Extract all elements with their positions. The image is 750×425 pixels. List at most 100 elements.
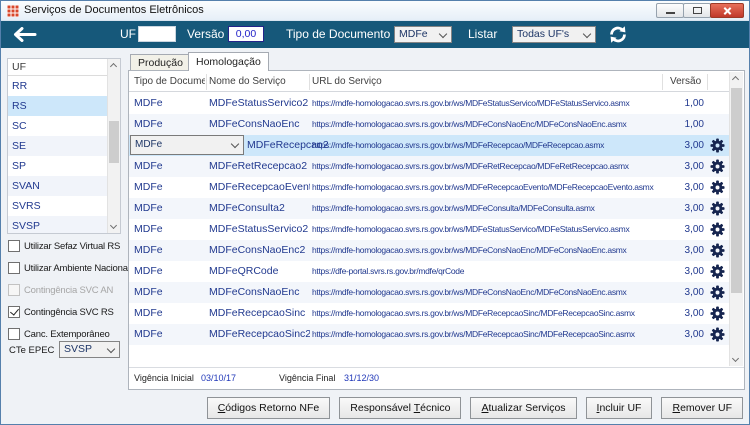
- checkbox-box[interactable]: [8, 240, 20, 252]
- uf-input[interactable]: [138, 26, 176, 42]
- cell-tipo-documento: MDFe: [134, 244, 163, 256]
- uf-grid-header: UF: [8, 59, 107, 76]
- uf-grid-scrollbar[interactable]: [107, 59, 120, 233]
- cell-nome-servico: MDFeConsNaoEnc: [209, 118, 300, 130]
- checkbox[interactable]: Contingência SVC AN: [8, 283, 113, 297]
- tab-homologacao[interactable]: Homologação: [188, 52, 269, 71]
- cell-url-servico: https://mdfe-homologacao.svrs.rs.gov.br/…: [312, 308, 635, 318]
- uf-list-item[interactable]: RR: [8, 76, 107, 96]
- gear-icon[interactable]: [710, 201, 726, 217]
- uf-list-item[interactable]: SC: [8, 116, 107, 136]
- cell-url-servico: https://mdfe-homologacao.svrs.rs.gov.br/…: [312, 287, 627, 297]
- uf-list-item[interactable]: SVAN: [8, 176, 107, 196]
- gear-icon[interactable]: [710, 243, 726, 259]
- cell-url-servico: https://mdfe-homologacao.svrs.rs.gov.br/…: [312, 140, 605, 150]
- app-icon: [7, 5, 19, 17]
- cell-url-servico: https://mdfe-homologacao.svrs.rs.gov.br/…: [312, 224, 630, 234]
- grid-scrollbar[interactable]: [729, 72, 743, 366]
- chevron-up-icon[interactable]: [109, 62, 118, 71]
- cell-url-servico: https://mdfe-homologacao.svrs.rs.gov.br/…: [312, 182, 654, 192]
- gear-icon[interactable]: [710, 285, 726, 301]
- cell-versao: 3,00: [684, 182, 704, 193]
- checkbox-box[interactable]: [8, 306, 20, 318]
- checkbox[interactable]: Canc. Extemporâneo: [8, 327, 110, 341]
- gear-icon[interactable]: [710, 327, 726, 343]
- minimize-icon: [666, 12, 675, 14]
- listar-label: Listar: [468, 27, 498, 41]
- uf-list-item[interactable]: RS: [8, 96, 107, 116]
- maximize-button[interactable]: [683, 3, 711, 18]
- cell-tipo-documento: MDFe: [134, 97, 163, 109]
- versao-input[interactable]: [228, 26, 264, 42]
- checkbox-label: Contingência SVC AN: [24, 284, 114, 296]
- vigencia-final-label: Vigência Final: [279, 373, 336, 383]
- table-row[interactable]: MDFe MDFeRecepcaoEvento2 https://mdfe-ho…: [129, 177, 729, 198]
- close-icon: [723, 6, 732, 15]
- gear-icon[interactable]: [710, 222, 726, 238]
- cte-epec-combobox[interactable]: SVSP: [59, 341, 120, 358]
- table-row[interactable]: MDFe MDFeConsNaoEnc2 https://mdfe-homolo…: [129, 240, 729, 261]
- cell-nome-servico: MDFeConsulta2: [209, 202, 285, 214]
- gear-icon[interactable]: [710, 138, 726, 154]
- table-row[interactable]: MDFe MDFeConsNaoEnc https://mdfe-homolog…: [129, 282, 729, 303]
- back-arrow-icon[interactable]: [11, 27, 37, 42]
- table-row[interactable]: MDFe MDFeRecepcaoSinc2 https://mdfe-homo…: [129, 324, 729, 345]
- chevron-down-icon: [230, 139, 240, 149]
- refresh-icon[interactable]: [607, 25, 629, 44]
- scrollbar-thumb[interactable]: [731, 88, 742, 293]
- checkbox[interactable]: Contingência SVC RS: [8, 305, 114, 319]
- table-row[interactable]: MDFe MDFeStatusServico2 https://mdfe-hom…: [129, 219, 729, 240]
- cell-tipo-documento: MDFe: [134, 328, 163, 340]
- cell-versao: 3,00: [684, 266, 704, 277]
- cell-versao: 3,00: [684, 245, 704, 256]
- tab-producao[interactable]: Produção: [130, 54, 191, 70]
- cell-url-servico: https://mdfe-homologacao.svrs.rs.gov.br/…: [312, 329, 635, 339]
- uf-list-item[interactable]: SP: [8, 156, 107, 176]
- gear-icon[interactable]: [710, 180, 726, 196]
- minimize-button[interactable]: [656, 3, 684, 18]
- checkbox-box[interactable]: [8, 262, 20, 274]
- grid-bottom-divider: [129, 367, 744, 368]
- cell-url-servico: https://mdfe-homologacao.svrs.rs.gov.br/…: [312, 161, 629, 171]
- checkbox-box[interactable]: [8, 328, 20, 340]
- atualizar-servicos-button[interactable]: Atualizar Serviços: [470, 397, 577, 419]
- uf-list-item[interactable]: SVRS: [8, 196, 107, 216]
- checkbox-box[interactable]: [8, 284, 20, 296]
- chevron-up-icon[interactable]: [731, 75, 740, 84]
- uf-toolbar-label: UF: [120, 27, 136, 41]
- table-row[interactable]: MDFe MDFeQRCode https://dfe-portal.svrs.…: [129, 261, 729, 282]
- checkbox[interactable]: Utilizar Ambiente Nacional: [8, 261, 130, 275]
- uf-list-item[interactable]: SVSP: [8, 216, 107, 233]
- toolbar: UF Versão Tipo de Documento MDFe Listar …: [1, 21, 749, 48]
- responsavel-tecnico-button[interactable]: Responsável Técnico: [339, 397, 462, 419]
- close-button[interactable]: [710, 3, 744, 18]
- remover-uf-button[interactable]: Remover UF: [661, 397, 743, 419]
- tipo-documento-label: Tipo de Documento: [286, 27, 391, 41]
- table-row[interactable]: MDFe MDFeConsNaoEnc https://mdfe-homolog…: [129, 114, 729, 135]
- checkbox[interactable]: Utilizar Sefaz Virtual RS: [8, 239, 120, 253]
- cell-tipo-documento: MDFe: [134, 118, 163, 130]
- table-row[interactable]: MDFe MDFeRecepcao2 https://mdfe-homologa…: [129, 135, 729, 156]
- scrollbar-thumb[interactable]: [109, 121, 119, 163]
- chevron-down-icon[interactable]: [109, 221, 118, 230]
- table-row[interactable]: MDFe MDFeRecepcaoSinc https://mdfe-homol…: [129, 303, 729, 324]
- gear-icon[interactable]: [710, 306, 726, 322]
- column-header-versao: Versão: [670, 76, 702, 87]
- gear-icon[interactable]: [710, 264, 726, 280]
- chevron-down-icon[interactable]: [731, 354, 740, 363]
- cell-url-servico: https://mdfe-homologacao.svrs.rs.gov.br/…: [312, 203, 595, 213]
- column-header-tipo: Tipo de Documento: [134, 76, 205, 87]
- tipo-documento-inline-combobox[interactable]: MDFe: [130, 135, 244, 155]
- table-row[interactable]: MDFe MDFeRetRecepcao2 https://mdfe-homol…: [129, 156, 729, 177]
- vigencia-final-value: 31/12/30: [344, 373, 380, 383]
- table-row[interactable]: MDFe MDFeConsulta2 https://mdfe-homologa…: [129, 198, 729, 219]
- tipo-documento-combobox[interactable]: MDFe: [394, 26, 452, 43]
- gear-icon[interactable]: [710, 159, 726, 175]
- incluir-uf-button[interactable]: Incluir UF: [585, 397, 653, 419]
- uf-list-item[interactable]: SE: [8, 136, 107, 156]
- cell-tipo-documento: MDFe: [134, 202, 163, 214]
- table-row[interactable]: MDFe MDFeStatusServico2 https://mdfe-hom…: [129, 93, 729, 114]
- codigos-retorno-nfe-button[interactable]: Códigos Retorno NFe: [206, 397, 331, 419]
- cell-nome-servico: MDFeQRCode: [209, 265, 279, 277]
- listar-combobox[interactable]: Todas UF's: [512, 26, 596, 43]
